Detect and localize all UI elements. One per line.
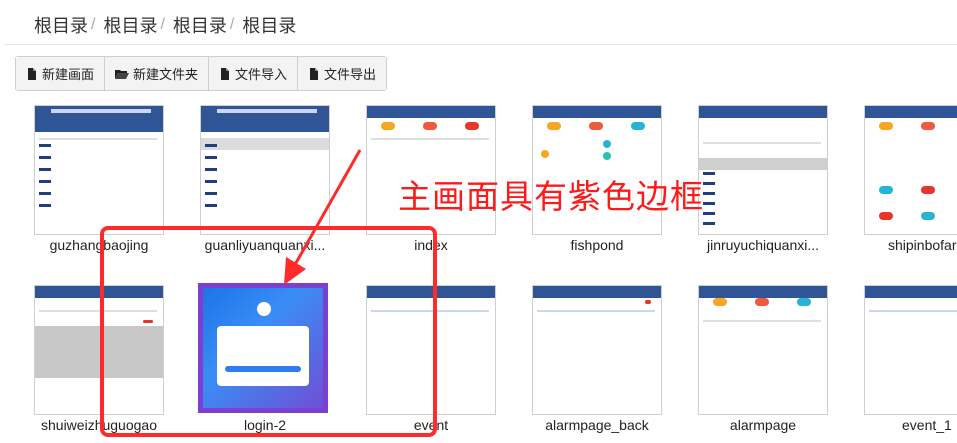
screen-thumbnail[interactable] <box>34 105 164 235</box>
export-file-button[interactable]: 文件导出 <box>298 57 387 90</box>
file-icon <box>221 67 230 80</box>
screen-name: alarmpage_back <box>545 417 649 433</box>
breadcrumb-separator: / <box>91 16 96 33</box>
breadcrumb-item[interactable]: 根目录 <box>34 12 88 38</box>
import-file-button[interactable]: 文件导入 <box>209 57 299 90</box>
folder-open-icon <box>115 69 130 79</box>
breadcrumb-item[interactable]: 根目录 <box>242 12 296 38</box>
breadcrumb-item[interactable]: 根目录 <box>103 12 157 38</box>
screen-thumbnail[interactable] <box>864 285 957 415</box>
export-file-label: 文件导出 <box>324 67 377 82</box>
screen-thumbnail[interactable] <box>532 285 662 415</box>
annotation-arrow-icon <box>284 149 362 285</box>
annotation-text: 主画面具有紫色边框 <box>398 177 704 216</box>
divider <box>4 44 957 45</box>
screen-thumbnail[interactable] <box>698 105 828 235</box>
screen-name: fishpond <box>570 237 624 253</box>
breadcrumb: 根目录 / 根目录 / 根目录 / 根目录 <box>34 12 296 38</box>
new-screen-button[interactable]: 新建画面 <box>16 57 106 90</box>
toolbar: 新建画面 新建文件夹 文件导入 文件导出 <box>15 56 388 91</box>
screen-name: event_1 <box>902 417 952 433</box>
annotation-highlight-box <box>100 226 437 437</box>
screen-name: jinruyuchiquanxi... <box>706 237 820 253</box>
import-file-label: 文件导入 <box>235 67 288 82</box>
screen-thumbnail[interactable] <box>698 285 828 415</box>
file-icon <box>310 67 319 80</box>
new-folder-button[interactable]: 新建文件夹 <box>105 57 210 90</box>
breadcrumb-separator: / <box>160 16 165 33</box>
file-icon <box>28 67 36 80</box>
screen-name: shipinbofar <box>888 237 957 253</box>
breadcrumb-separator: / <box>229 16 235 33</box>
new-folder-label: 新建文件夹 <box>133 67 199 82</box>
new-screen-label: 新建画面 <box>42 67 95 82</box>
screen-thumbnail[interactable] <box>864 105 957 235</box>
screen-name: alarmpage <box>729 417 797 433</box>
breadcrumb-item[interactable]: 根目录 <box>173 12 227 38</box>
